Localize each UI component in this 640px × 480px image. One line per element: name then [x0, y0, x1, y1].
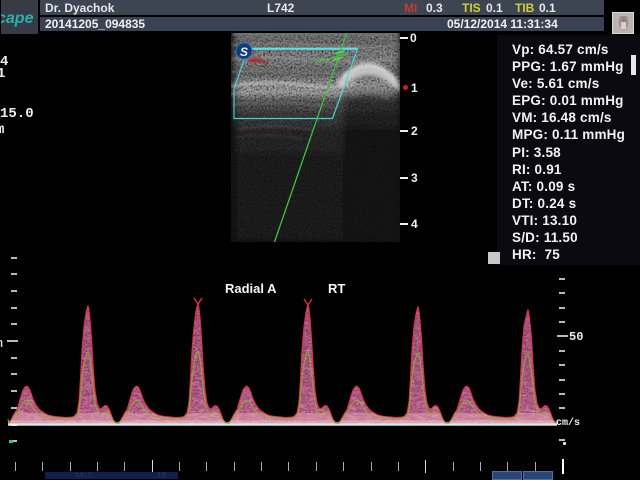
svg-text:S: S	[240, 45, 248, 59]
